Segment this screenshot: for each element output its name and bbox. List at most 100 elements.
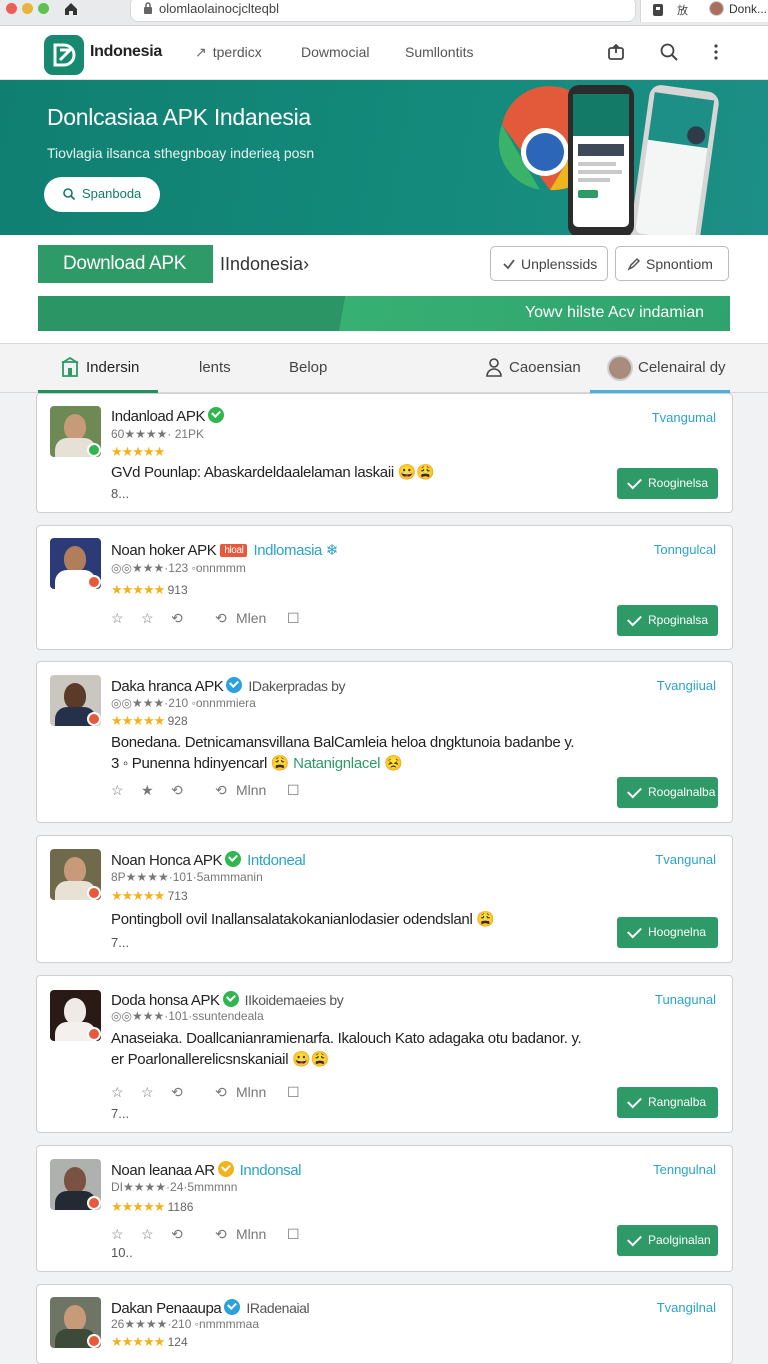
share-icon[interactable] <box>605 41 627 63</box>
comment-icon[interactable]: ☐ <box>287 610 300 627</box>
bookmark-icon[interactable] <box>651 3 665 17</box>
app-card[interactable]: Doda honsa APK IIkoidemaeies by ◎◎★★★·101… <box>36 975 733 1133</box>
star-icon[interactable]: ☆ <box>111 1084 124 1101</box>
translate-icon[interactable]: 放 <box>677 3 691 17</box>
promo-banner[interactable]: Yowv hilste Acv indamian <box>38 296 730 331</box>
install-button[interactable]: Rpoginalsa <box>617 605 718 636</box>
repost-icon[interactable]: ⟲ <box>171 610 183 627</box>
app-card[interactable]: Dakan Penaaupa IRadenaial 26★★★★·210 ◦nmm… <box>36 1284 733 1364</box>
app-card[interactable]: Daka hranca APK IDakerpradas by ◎◎★★★·210… <box>36 661 733 823</box>
install-button[interactable]: Rangnalba <box>617 1087 718 1118</box>
search-icon[interactable] <box>658 41 680 63</box>
star-icon[interactable]: ☆ <box>111 610 124 627</box>
brand-logo-icon[interactable] <box>44 35 84 75</box>
star-icon[interactable]: ☆ <box>141 1084 154 1101</box>
repost-icon[interactable]: ⟲ <box>171 1226 183 1243</box>
check-icon <box>627 474 642 490</box>
verified-icon <box>208 407 225 423</box>
region-link[interactable]: Indlomasia ❄ <box>253 542 338 559</box>
app-title[interactable]: Dakan Penaaupa IRadenaial <box>111 1299 310 1317</box>
svg-text:放: 放 <box>677 3 688 17</box>
url-text: olomlaolainocjclteqbl <box>159 1 279 16</box>
more-vertical-icon[interactable] <box>705 41 727 63</box>
download-section: Download APK IIndonesia› Unplenssids Spn… <box>0 235 768 343</box>
tab-belop[interactable]: Belop <box>289 359 327 376</box>
repost-icon[interactable]: ⟲ <box>215 610 227 627</box>
star-icon[interactable]: ☆ <box>141 1226 154 1243</box>
app-title[interactable]: Noan hoker APK hloal Indlomasia ❄ <box>111 541 338 559</box>
repost-icon[interactable]: ⟲ <box>215 1226 227 1243</box>
more-link[interactable]: Mlnn <box>236 1084 266 1100</box>
unplenssids-button[interactable]: Unplenssids <box>490 246 608 281</box>
region-selector[interactable]: IIndonesia› <box>220 254 309 275</box>
hero-search-button[interactable]: Spanboda <box>44 177 160 212</box>
window-close-button[interactable] <box>6 3 17 14</box>
nav-item-3[interactable]: Sumllontits <box>405 44 473 60</box>
window-minimize-button[interactable] <box>22 3 33 14</box>
app-more[interactable]: 10.. <box>111 1245 133 1260</box>
app-card[interactable]: Noan Honca APK Intdoneal 8P★★★★·101·5ammm… <box>36 835 733 963</box>
comment-icon[interactable]: ☐ <box>287 1226 300 1243</box>
repost-icon[interactable]: ⟲ <box>215 782 227 799</box>
check-icon <box>627 923 642 939</box>
verified-icon <box>222 991 239 1007</box>
app-title[interactable]: Daka hranca APK IDakerpradas by <box>111 677 346 695</box>
download-apk-button[interactable]: Download APK <box>38 245 213 283</box>
app-rating: ★★★★★ 124 <box>111 1334 188 1349</box>
app-more[interactable]: 7... <box>111 1106 129 1121</box>
more-link[interactable]: Mlen <box>236 610 266 626</box>
more-link[interactable]: Mlnn <box>236 782 266 798</box>
brand-name[interactable]: Indonesia <box>90 43 162 61</box>
star-icon[interactable]: ☆ <box>111 1226 124 1243</box>
install-button[interactable]: Paolginalan <box>617 1225 718 1256</box>
tab-celenairal[interactable]: Celenairal dy <box>638 359 726 376</box>
region-link[interactable]: Intdoneal <box>247 852 306 869</box>
site-header: Indonesia ↗ tperdicx Dowmocial Sumllontit… <box>0 26 768 80</box>
repost-icon[interactable]: ⟲ <box>171 1084 183 1101</box>
edit-icon <box>627 257 641 271</box>
tab-caoensian[interactable]: Caoensian <box>509 359 581 376</box>
comment-icon[interactable]: ☐ <box>287 1084 300 1101</box>
install-button[interactable]: Hoognelna <box>617 917 718 948</box>
check-icon <box>627 1093 642 1109</box>
app-card[interactable]: Noan hoker APK hloal Indlomasia ❄ ◎◎★★★·12… <box>36 525 733 650</box>
home-icon[interactable] <box>63 1 79 17</box>
app-title[interactable]: Noan Honca APK Intdoneal <box>111 851 306 869</box>
star-icon[interactable]: ☆ <box>111 782 124 799</box>
app-title[interactable]: Indanload APK <box>111 407 225 425</box>
tab-lents[interactable]: lents <box>199 359 231 376</box>
region-link[interactable]: Inndonsal <box>240 1162 302 1179</box>
app-more[interactable]: 7... <box>111 935 129 950</box>
app-avatar <box>50 538 101 589</box>
nav-item-2[interactable]: Dowmocial <box>301 44 369 60</box>
check-icon <box>627 1231 642 1247</box>
app-description: GVd Pounlap: Abaskardeldaalelaman laskai… <box>111 464 435 481</box>
address-bar[interactable]: olomlaolainocjclteqbl <box>130 0 636 22</box>
profile-avatar[interactable] <box>709 1 724 16</box>
window-maximize-button[interactable] <box>38 3 49 14</box>
profile-name[interactable]: Donk... <box>729 2 767 16</box>
star-filled-icon[interactable]: ★ <box>141 782 154 799</box>
app-title[interactable]: Doda honsa APK IIkoidemaeies by <box>111 991 344 1009</box>
status-badge: Tvangiiual <box>656 678 716 693</box>
app-card[interactable]: Noan leanaa AR Inndonsal DI★★★★·24·5mmmnn… <box>36 1145 733 1272</box>
app-avatar <box>50 406 101 457</box>
app-actions: ☆ ☆ ⟲ ⟲ Mlnn ☐ <box>111 1084 371 1102</box>
app-more[interactable]: 8... <box>111 486 129 501</box>
repost-icon[interactable]: ⟲ <box>215 1084 227 1101</box>
nav-item-1[interactable]: ↗ tperdicx <box>195 44 262 61</box>
app-card[interactable]: Indanload APK 60★★★★· 21PK ★★★★★ GVd Pou… <box>36 393 733 513</box>
more-link[interactable]: Mlnn <box>236 1226 266 1242</box>
install-button[interactable]: Roogalnalba <box>617 777 718 808</box>
app-meta: ◎◎★★★·210 ◦onnmmiera <box>111 696 256 710</box>
repost-icon[interactable]: ⟲ <box>171 782 183 799</box>
app-avatar <box>50 675 101 726</box>
building-icon <box>61 357 79 377</box>
star-icon[interactable]: ☆ <box>141 610 154 627</box>
app-title[interactable]: Noan leanaa AR Inndonsal <box>111 1161 302 1179</box>
comment-icon[interactable]: ☐ <box>287 782 300 799</box>
app-rating: ★★★★★ 1186 <box>111 1199 194 1214</box>
spnontiom-button[interactable]: Spnontiom <box>615 246 729 281</box>
tab-indersin[interactable]: Indersin <box>86 359 139 376</box>
install-button[interactable]: Rooginelsa <box>617 468 718 499</box>
